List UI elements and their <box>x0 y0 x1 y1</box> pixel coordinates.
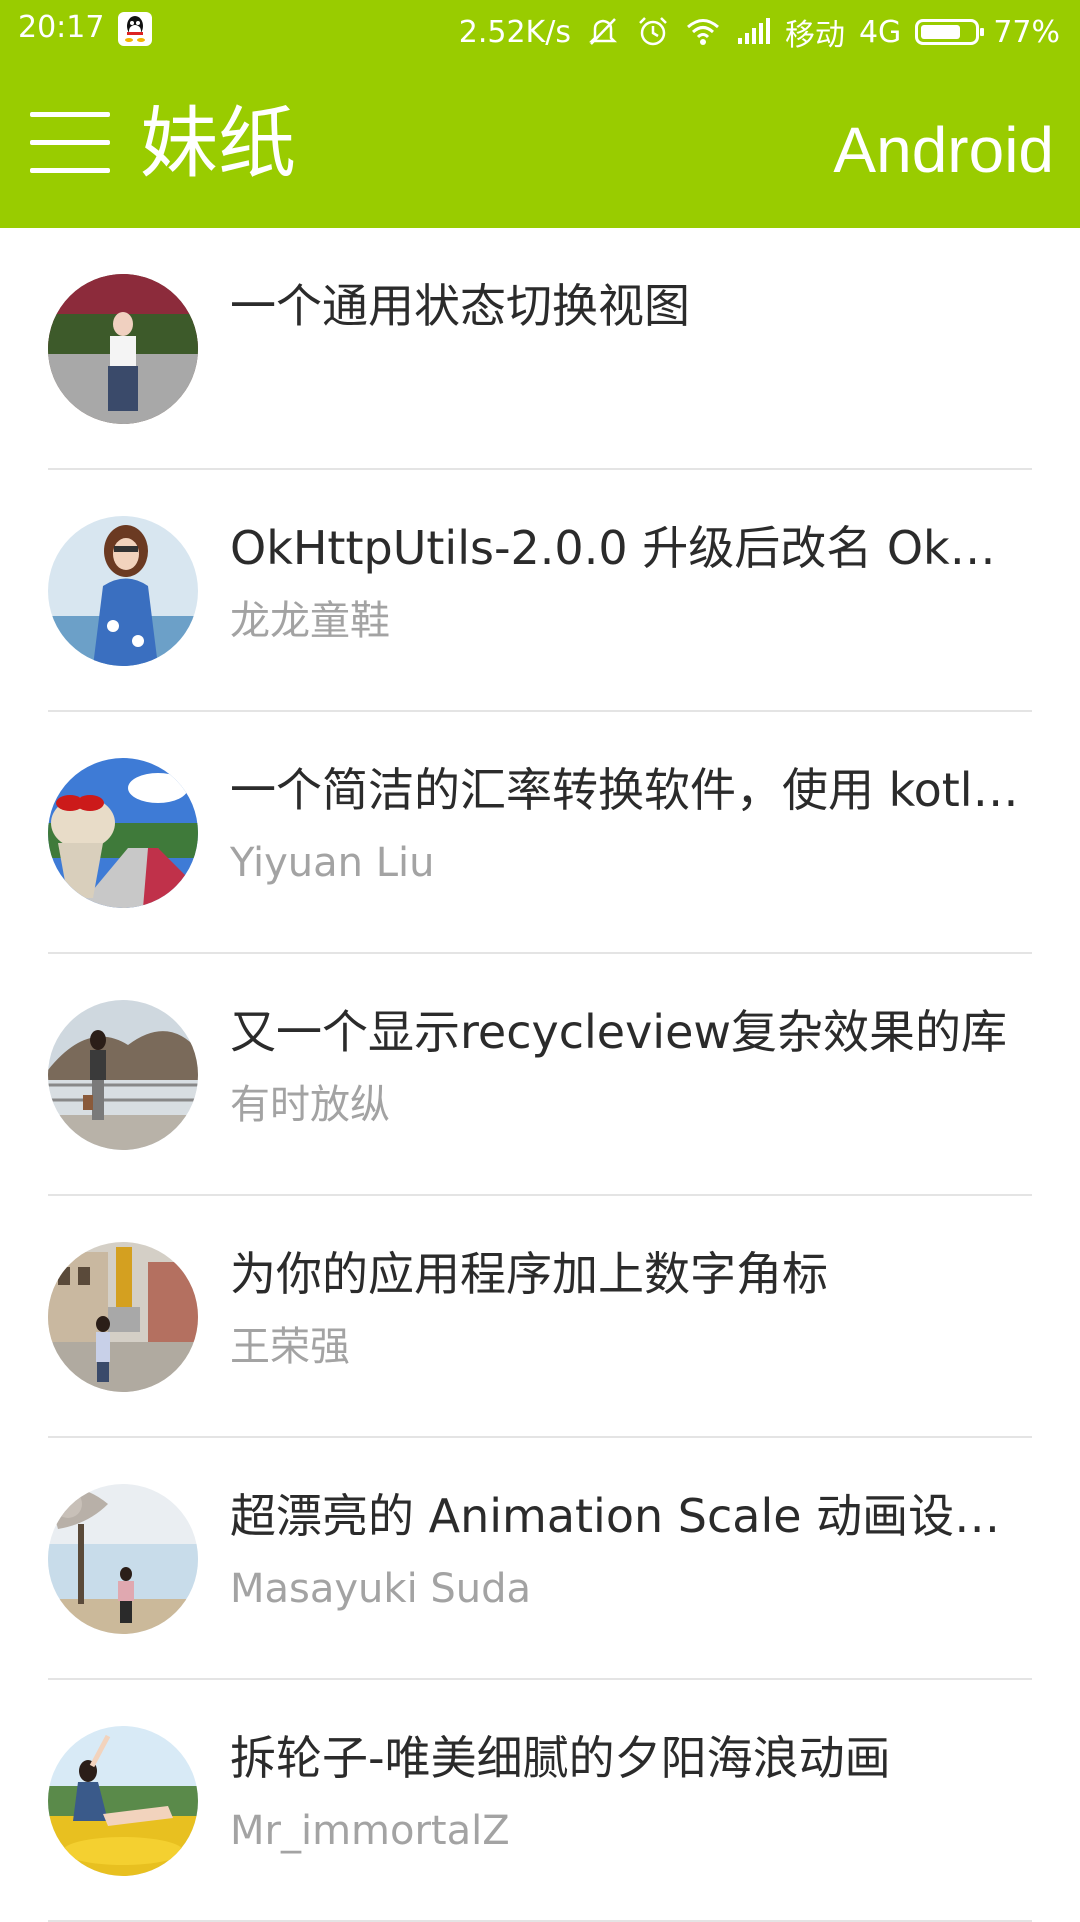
network-speed: 2.52K/s <box>458 14 571 50</box>
list-item[interactable]: 一个简洁的汇率转换软件，使用 kotl… Yiyuan Liu <box>0 712 1080 954</box>
list-item[interactable]: 拆轮子-唯美细腻的夕阳海浪动画 Mr_immortalZ <box>0 1680 1080 1922</box>
carrier-label: 移动 <box>784 18 845 53</box>
qq-icon <box>118 12 152 46</box>
battery-icon <box>915 19 985 45</box>
item-author: 有时放纵 <box>230 1082 390 1128</box>
status-time: 20:17 <box>18 10 105 45</box>
avatar <box>48 1000 198 1150</box>
list-item[interactable]: 超漂亮的 Animation Scale 动画设置… Masayuki Suda <box>0 1438 1080 1680</box>
item-title: OkHttpUtils-2.0.0 升级后改名 OkGo… <box>230 521 1030 575</box>
avatar <box>48 516 198 666</box>
item-title: 一个通用状态切换视图 <box>230 279 690 333</box>
menu-icon[interactable] <box>30 112 110 176</box>
avatar <box>48 758 198 908</box>
item-author: 龙龙童鞋 <box>230 598 390 644</box>
battery-fill <box>921 25 960 39</box>
avatar <box>48 1726 198 1876</box>
avatar <box>48 1484 198 1634</box>
list-item[interactable]: 一个通用状态切换视图 <box>0 228 1080 470</box>
wifi-icon <box>685 14 721 50</box>
item-author: Masayuki Suda <box>230 1566 532 1612</box>
android-category-button[interactable]: Android <box>833 110 1054 190</box>
battery-percent: 77% <box>993 14 1060 50</box>
network-type: 4G <box>858 14 902 50</box>
mute-icon <box>585 14 621 50</box>
item-title: 一个简洁的汇率转换软件，使用 kotl… <box>230 763 1019 817</box>
signal-icon <box>735 14 771 50</box>
avatar <box>48 1242 198 1392</box>
item-title: 超漂亮的 Animation Scale 动画设置… <box>230 1489 1030 1543</box>
page-title: 妹纸 <box>140 99 297 189</box>
item-author: Mr_immortalZ <box>230 1808 510 1854</box>
status-bar: 20:17 2.52K/s 移动 4G 77% <box>0 0 1080 60</box>
article-list: 一个通用状态切换视图 OkHttpUtils-2.0.0 升级后改名 OkGo…… <box>0 228 1080 1922</box>
item-title: 拆轮子-唯美细腻的夕阳海浪动画 <box>230 1731 891 1785</box>
list-item[interactable]: 为你的应用程序加上数字角标 王荣强 <box>0 1196 1080 1438</box>
item-author: Yiyuan Liu <box>230 840 435 886</box>
item-author: 王荣强 <box>230 1324 350 1370</box>
item-title: 为你的应用程序加上数字角标 <box>230 1247 828 1301</box>
alarm-icon <box>635 14 671 50</box>
battery-cap <box>980 28 985 36</box>
item-title: 又一个显示recycleview复杂效果的库 <box>230 1005 1008 1059</box>
list-item[interactable]: OkHttpUtils-2.0.0 升级后改名 OkGo… 龙龙童鞋 <box>0 470 1080 712</box>
app-toolbar: 妹纸 Android <box>0 60 1080 228</box>
avatar <box>48 274 198 424</box>
list-item[interactable]: 又一个显示recycleview复杂效果的库 有时放纵 <box>0 954 1080 1196</box>
